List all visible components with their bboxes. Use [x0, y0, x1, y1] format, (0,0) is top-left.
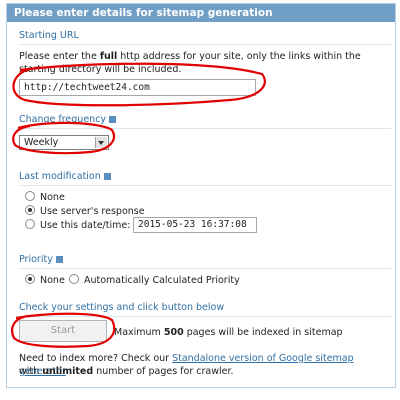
starting-url-title: Starting URL — [19, 30, 79, 41]
priority-option-auto[interactable]: Automatically Calculated Priority — [69, 274, 240, 287]
lastmod-option-none[interactable]: None — [25, 191, 65, 204]
help-icon[interactable] — [55, 256, 63, 263]
priority-title: Priority — [19, 254, 63, 265]
submit-title: Check your settings and click button bel… — [19, 302, 225, 313]
section-divider — [19, 185, 391, 186]
section-divider — [19, 128, 391, 129]
sitemap-form-panel: Please enter details for sitemap generat… — [6, 3, 396, 388]
section-divider — [19, 44, 391, 45]
max-pages-note: Maximum 500 pages will be indexed in sit… — [114, 327, 343, 338]
change-frequency-title: Change frequency — [19, 114, 117, 125]
lastmod-option-custom[interactable]: Use this date/time: — [25, 219, 130, 232]
radio-button-selected[interactable] — [25, 274, 35, 284]
radio-button-selected[interactable] — [25, 205, 35, 215]
datetime-input[interactable]: 2015-05-23 16:37:08 — [133, 217, 257, 233]
last-modification-title: Last modification — [19, 171, 111, 182]
help-icon[interactable] — [109, 116, 117, 123]
section-divider — [19, 316, 391, 317]
radio-button[interactable] — [25, 191, 35, 201]
change-frequency-select[interactable]: Weekly — [19, 135, 109, 150]
starting-url-input[interactable]: http://techtweet24.com — [19, 79, 256, 96]
start-button[interactable]: Start — [19, 320, 107, 342]
section-divider — [19, 268, 391, 269]
radio-button[interactable] — [25, 219, 35, 229]
form-header: Please enter details for sitemap generat… — [7, 4, 395, 22]
chevron-down-icon — [95, 137, 107, 148]
starting-url-description: Please enter the full http address for y… — [19, 51, 361, 75]
priority-option-none[interactable]: None — [25, 274, 65, 287]
radio-button[interactable] — [69, 274, 79, 284]
footer-line-2: with unlimited number of pages for crawl… — [19, 366, 234, 377]
change-frequency-selected: Weekly — [24, 137, 59, 148]
help-icon[interactable] — [103, 173, 111, 180]
lastmod-option-server[interactable]: Use server's response — [25, 205, 145, 218]
